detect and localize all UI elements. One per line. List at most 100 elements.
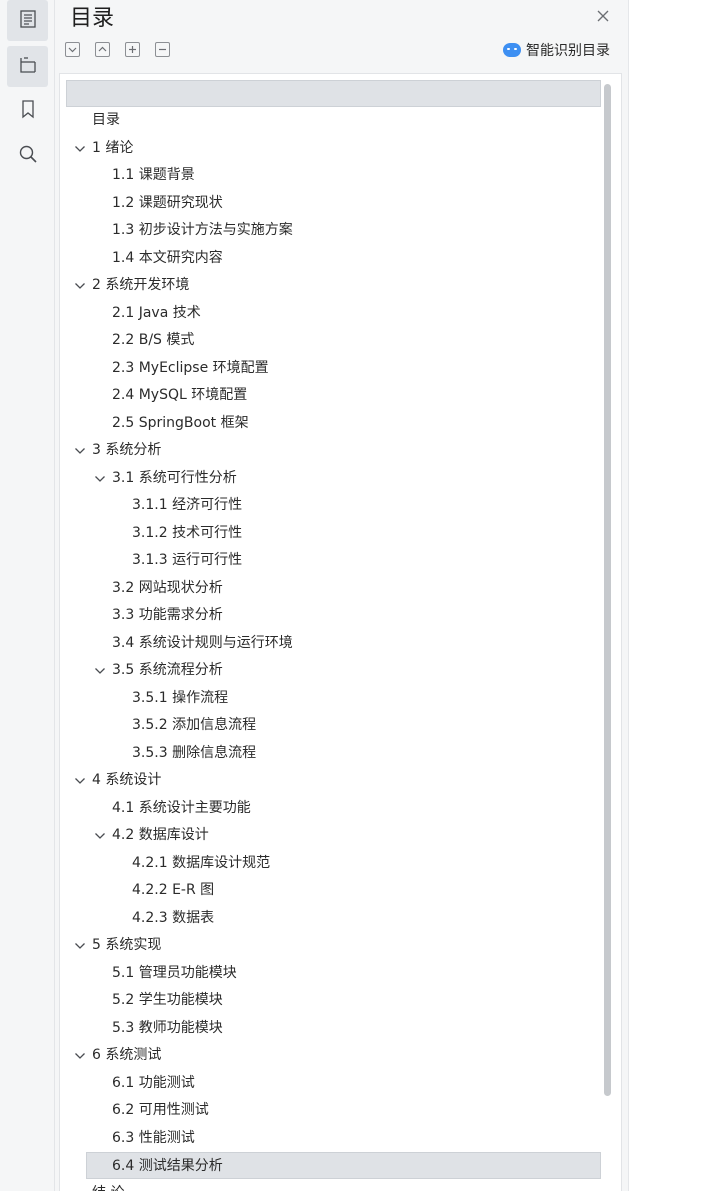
plus-icon [127,40,138,59]
toc-item[interactable]: 1 绪论 [60,135,600,162]
toc-item-label: 4.2.1 数据库设计规范 [132,854,271,871]
toc-item-label: 6.4 测试结果分析 [112,1158,223,1174]
toc-item[interactable]: 3.5.1 操作流程 [60,685,600,712]
toc-item[interactable]: 结 论 [60,1180,600,1191]
toc-item[interactable]: 2.2 B/S 模式 [60,327,600,354]
toc-item-label: 2 系统开发环境 [92,277,190,293]
chevron-down-icon[interactable] [94,666,106,676]
toc-item-label: 3.4 系统设计规则与运行环境 [112,634,293,651]
toc-item[interactable]: 6.3 性能测试 [60,1125,600,1152]
toc-item[interactable]: 5.2 学生功能模块 [60,987,600,1014]
chevron-down-icon[interactable] [74,776,86,786]
toc-item[interactable]: 4 系统设计 [60,767,600,794]
toc-item[interactable]: 3 系统分析 [60,437,600,464]
bookmark-view-button[interactable] [7,90,48,131]
search-view-button[interactable] [7,135,48,176]
toc-item[interactable]: 5.3 教师功能模块 [60,1015,600,1042]
chevron-up-icon [97,40,108,59]
toc-item[interactable]: 3.1.3 运行可行性 [60,547,600,574]
remove-entry-button[interactable] [155,42,170,57]
toc-item-label: 2.1 Java 技术 [112,304,201,321]
toc-item[interactable]: 3.1.2 技术可行性 [60,520,600,547]
toc-item[interactable]: 2.5 SpringBoot 框架 [60,410,600,437]
toc-item-label: 4 系统设计 [92,772,162,788]
toc-item[interactable]: 2.3 MyEclipse 环境配置 [60,355,600,382]
search-icon [17,143,39,169]
toc-item-label: 6 系统测试 [92,1047,162,1063]
toc-item[interactable]: 5 系统实现 [60,932,600,959]
smart-toc-label: 智能识别目录 [526,43,610,59]
toc-item-label: 3.5.2 添加信息流程 [132,717,257,733]
thumbnail-view-button[interactable] [7,0,48,41]
chevron-down-icon[interactable] [74,446,86,456]
toc-item[interactable]: 5.1 管理员功能模块 [60,960,600,987]
scrollbar[interactable] [604,84,611,1096]
close-icon[interactable] [595,8,611,24]
toc-item[interactable]: 2.4 MySQL 环境配置 [60,382,600,409]
toc-item[interactable]: 3.1 系统可行性分析 [60,465,600,492]
toc-item[interactable]: 1.2 课题研究现状 [60,190,600,217]
chevron-down-icon[interactable] [94,831,106,841]
toc-item[interactable]: 2.1 Java 技术 [60,300,600,327]
toc-item-label: 4.1 系统设计主要功能 [112,799,251,816]
toc-item-label: 2.3 MyEclipse 环境配置 [112,359,269,376]
toc-item[interactable]: 4.2.2 E-R 图 [60,877,600,904]
toc-item[interactable]: 1.4 本文研究内容 [60,245,600,272]
toc-item-label: 6.2 可用性测试 [112,1102,209,1118]
toc-item[interactable]: 6.1 功能测试 [60,1070,600,1097]
toc-item[interactable]: 1.1 课题背景 [60,162,600,189]
toc-item-label: 3.1.1 经济可行性 [132,497,243,513]
outline-view-button[interactable] [7,46,48,87]
toc-item[interactable]: 4.2.3 数据表 [60,905,600,932]
toc-item-label: 6.1 功能测试 [112,1074,195,1091]
chevron-down-icon[interactable] [74,941,86,951]
toc-item-label: 3.2 网站现状分析 [112,579,223,596]
toc-item-label: 1.1 课题背景 [112,167,195,183]
toc-item[interactable]: 4.2 数据库设计 [60,822,600,849]
toc-item[interactable]: 6 系统测试 [60,1042,600,1069]
collapse-all-button[interactable] [95,42,110,57]
tree-header-highlight [66,80,601,107]
toc-item[interactable]: 3.5.3 删除信息流程 [60,740,600,767]
chevron-down-icon[interactable] [74,281,86,291]
ai-icon [503,43,521,57]
toc-item[interactable]: 3.2 网站现状分析 [60,575,600,602]
toc-item[interactable]: 1.3 初步设计方法与实施方案 [60,217,600,244]
toc-item[interactable]: 3.3 功能需求分析 [60,602,600,629]
toc-item-label: 3.1 系统可行性分析 [112,469,237,486]
toc-item-label: 3.1.2 技术可行性 [132,524,243,541]
toc-item[interactable]: 2 系统开发环境 [60,272,600,299]
document-area [628,0,725,1191]
chevron-down-icon[interactable] [74,144,86,154]
chevron-down-icon[interactable] [94,474,106,484]
toc-item-label: 4.2.2 E-R 图 [132,882,215,898]
toc-item-label: 5.3 教师功能模块 [112,1019,223,1036]
outline-app: 目录 智能识别目录 目录 1 绪论 1.1 课题背景 1.2 课题研究现状 1.3 初步… [0,0,725,1191]
toc-item[interactable]: 3.1.1 经济可行性 [60,492,600,519]
chevron-down-icon[interactable] [74,1051,86,1061]
bookmark-icon [17,98,39,124]
page-list-icon [17,8,39,34]
toc-item-label: 3.5.1 操作流程 [132,689,229,706]
toc-item[interactable]: 6.4 测试结果分析 [86,1152,601,1179]
toc-item-label: 1.4 本文研究内容 [112,249,223,266]
add-entry-button[interactable] [125,42,140,57]
panel-title: 目录 [70,6,115,31]
toc-item-label: 4.2.3 数据表 [132,909,215,926]
toc-item-label: 结 论 [92,1180,124,1191]
toc-item[interactable]: 6.2 可用性测试 [60,1097,600,1124]
outline-icon [17,54,39,80]
toc-item-label: 5.1 管理员功能模块 [112,964,237,981]
toc-item-label: 3.5 系统流程分析 [112,662,223,678]
expand-all-button[interactable] [65,42,80,57]
toc-item[interactable]: 目录 [60,107,600,134]
toc-item[interactable]: 4.2.1 数据库设计规范 [60,850,600,877]
toc-item[interactable]: 3.5.2 添加信息流程 [60,712,600,739]
toc-item[interactable]: 3.5 系统流程分析 [60,657,600,684]
toc-item[interactable]: 3.4 系统设计规则与运行环境 [60,630,600,657]
toc-item[interactable]: 4.1 系统设计主要功能 [60,795,600,822]
smart-toc-button[interactable]: 智能识别目录 [503,40,610,60]
toc-item-label: 3.5.3 删除信息流程 [132,744,257,761]
outline-panel: 目录 智能识别目录 目录 1 绪论 1.1 课题背景 1.2 课题研究现状 1.3 初步… [55,0,628,1191]
toc-item-label: 5.2 学生功能模块 [112,992,223,1008]
